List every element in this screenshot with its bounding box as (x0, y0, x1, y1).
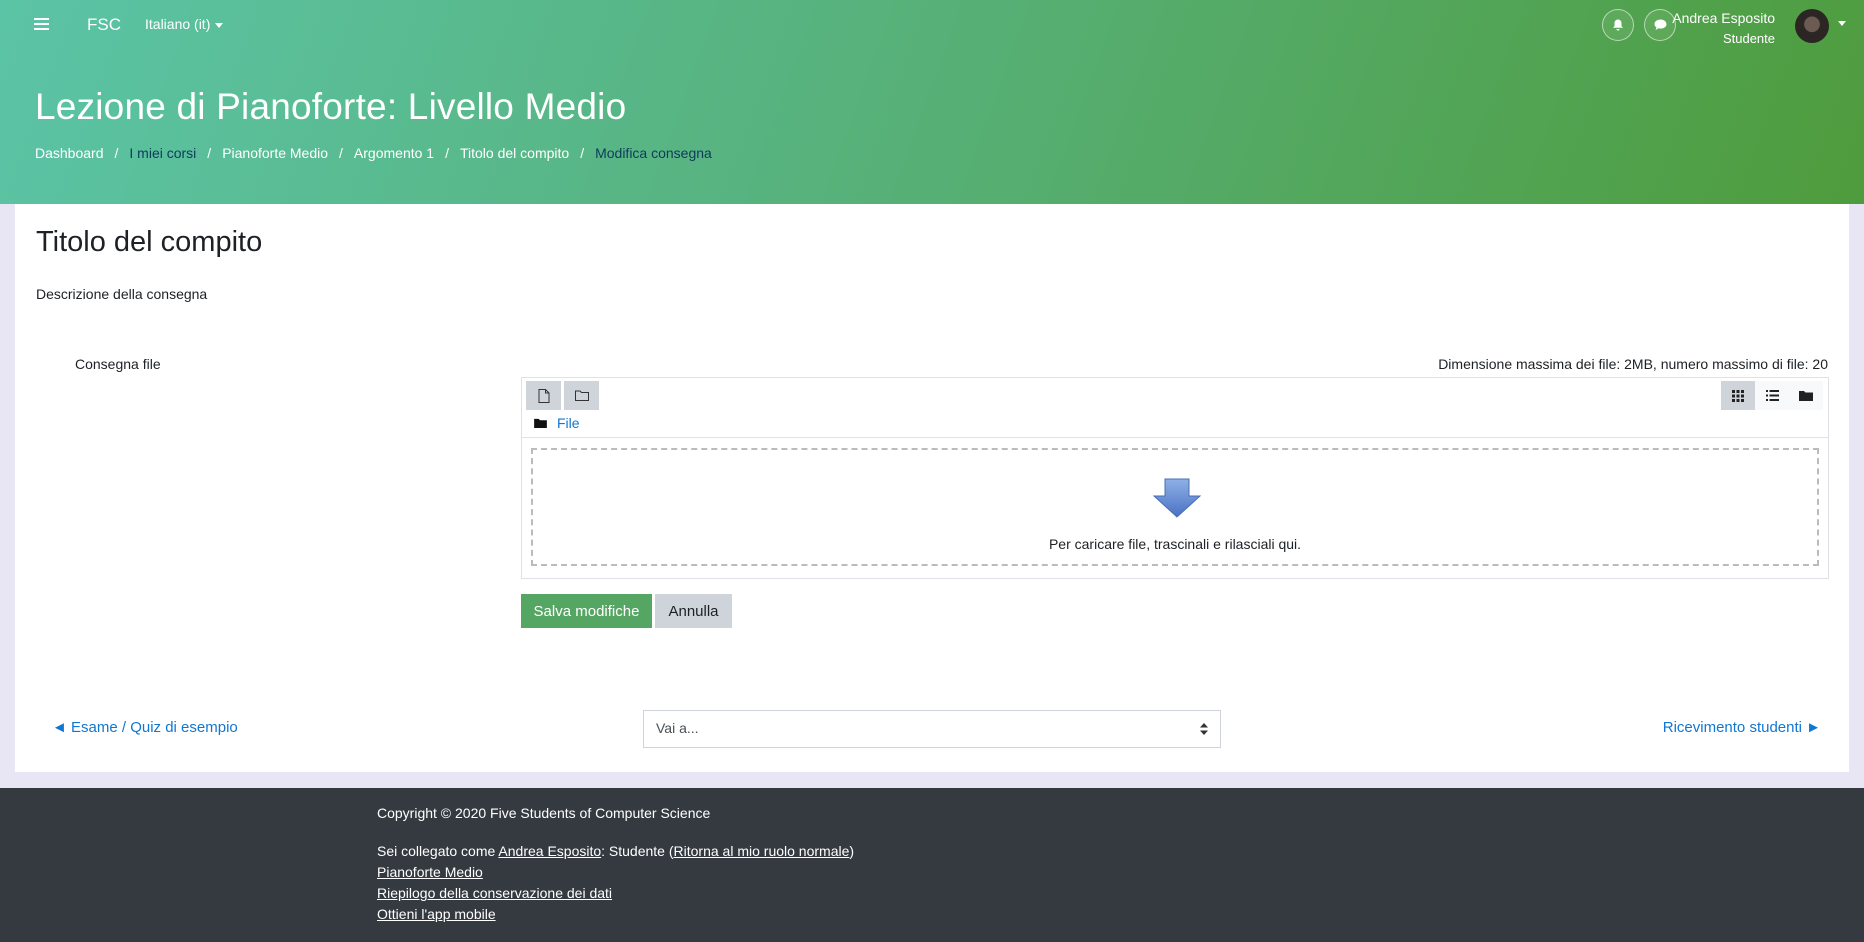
next-activity-link[interactable]: Ricevimento studenti ► (1663, 719, 1821, 736)
file-icon (538, 388, 549, 403)
folder-solid-icon (1799, 391, 1813, 401)
jump-to-selected-value: Vai a... (656, 720, 699, 736)
language-menu[interactable]: Italiano (it) (145, 16, 224, 32)
page-footer: Copyright © 2020 Five Students of Comput… (0, 788, 1864, 942)
grid-icon (1732, 389, 1744, 402)
file-manager-toolbar: File (522, 378, 1828, 438)
page-title: Titolo del compito (36, 226, 263, 258)
breadcrumb-separator: / (445, 145, 449, 161)
mobile-app-link[interactable]: Ottieni l'app mobile (377, 906, 496, 922)
language-label: Italiano (it) (145, 16, 211, 32)
breadcrumb-topic[interactable]: Argomento 1 (354, 145, 434, 161)
user-name[interactable]: Andrea Esposito (1672, 10, 1775, 26)
logged-in-middle: : Studente ( (601, 843, 674, 859)
folder-solid-icon (534, 418, 547, 428)
download-arrow-icon (1153, 478, 1201, 518)
logged-in-suffix: ) (849, 843, 855, 859)
view-list-button[interactable] (1755, 381, 1789, 410)
select-arrows-icon (1200, 723, 1208, 735)
file-path-label: File (557, 415, 580, 431)
breadcrumb-separator: / (339, 145, 343, 161)
breadcrumb-course[interactable]: Pianoforte Medio (222, 145, 328, 161)
add-file-button[interactable] (526, 381, 561, 410)
return-role-link[interactable]: Ritorna al mio ruolo normale (674, 843, 850, 859)
file-limits-text: Dimensione massima dei file: 2MB, numero… (1438, 356, 1828, 372)
notifications-button[interactable] (1602, 9, 1634, 41)
view-icons-button[interactable] (1721, 381, 1755, 410)
drop-zone-text: Per caricare file, trascinali e rilascia… (1048, 536, 1302, 552)
previous-activity-link[interactable]: ◄ Esame / Quiz di esempio (52, 719, 238, 736)
main-content-card: Titolo del compito Descrizione della con… (15, 204, 1849, 772)
breadcrumb-separator: / (580, 145, 585, 161)
breadcrumb-assignment[interactable]: Titolo del compito (460, 145, 569, 161)
folder-icon (574, 390, 589, 401)
avatar[interactable] (1795, 9, 1829, 43)
chevron-down-icon (215, 22, 224, 28)
menu-toggle-icon[interactable] (34, 15, 49, 35)
cancel-button[interactable]: Annulla (655, 594, 732, 628)
top-navbar: FSC Italiano (it) Andrea Esposito Studen… (0, 0, 1864, 50)
breadcrumb-separator: / (207, 145, 212, 161)
messages-button[interactable] (1644, 9, 1676, 41)
user-role: Studente (1722, 31, 1775, 46)
footer-course-link[interactable]: Pianoforte Medio (377, 864, 483, 880)
logged-in-info: Sei collegato come Andrea Esposito: Stud… (377, 843, 854, 859)
data-retention-link[interactable]: Riepilogo della conservazione dei dati (377, 885, 612, 901)
jump-to-select[interactable]: Vai a... (643, 710, 1221, 748)
file-path-root[interactable]: File (534, 415, 580, 431)
copyright-text: Copyright © 2020 Five Students of Comput… (377, 805, 711, 821)
view-tree-button[interactable] (1789, 381, 1823, 410)
site-brand[interactable]: FSC (87, 15, 121, 35)
assignment-description: Descrizione della consegna (36, 286, 208, 302)
chat-icon (1654, 19, 1666, 30)
file-submission-label: Consegna file (75, 356, 161, 372)
list-icon (1765, 390, 1779, 401)
bell-icon (1613, 19, 1623, 30)
user-menu-chevron-icon[interactable] (1838, 21, 1846, 26)
breadcrumb-dashboard[interactable]: Dashboard (35, 145, 104, 161)
file-manager: File Per caricare file, trascinali e ril… (521, 377, 1829, 579)
breadcrumb-edit-submission[interactable]: Modifica consegna (595, 145, 712, 161)
file-drop-zone[interactable]: Per caricare file, trascinali e rilascia… (531, 448, 1819, 566)
breadcrumb-separator: / (114, 145, 119, 161)
breadcrumb-my-courses[interactable]: I miei corsi (129, 145, 196, 161)
logged-user-link[interactable]: Andrea Esposito (498, 843, 601, 859)
create-folder-button[interactable] (564, 381, 599, 410)
breadcrumb: Dashboard / I miei corsi / Pianoforte Me… (35, 145, 712, 161)
course-title: Lezione di Pianoforte: Livello Medio (35, 86, 627, 127)
logged-in-prefix: Sei collegato come (377, 843, 499, 859)
save-changes-button[interactable]: Salva modifiche (521, 594, 652, 628)
